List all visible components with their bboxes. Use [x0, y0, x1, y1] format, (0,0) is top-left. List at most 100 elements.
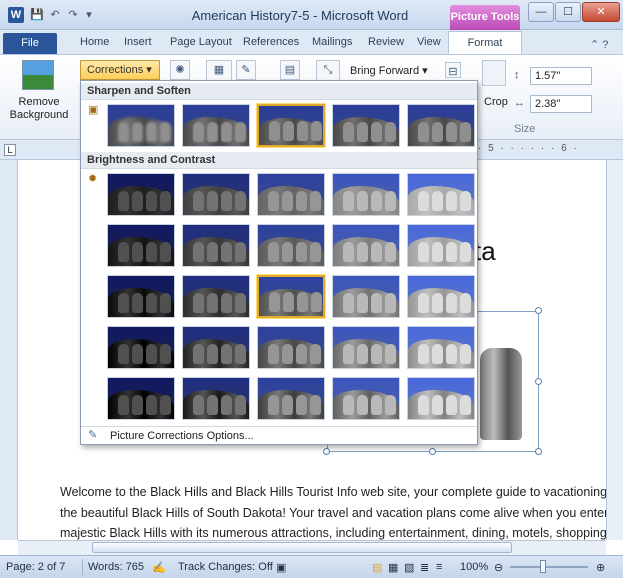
width-field[interactable]: 2.38": [530, 95, 592, 113]
brightness-contrast-thumbnail[interactable]: [257, 326, 325, 369]
brightness-contrast-thumbnail[interactable]: [332, 377, 400, 420]
sharpen-thumbnail[interactable]: [182, 104, 250, 147]
tab-references[interactable]: References: [243, 36, 299, 48]
brightness-icon: ✹: [88, 173, 98, 185]
brightness-contrast-thumbnail[interactable]: [107, 224, 175, 267]
redo-icon[interactable]: ↷: [66, 8, 80, 22]
remove-background-button[interactable]: Remove Background: [4, 96, 74, 122]
brightness-contrast-thumbnail[interactable]: [107, 326, 175, 369]
full-screen-icon[interactable]: ▦: [388, 561, 398, 574]
brightness-contrast-thumbnail[interactable]: [407, 377, 475, 420]
tab-home[interactable]: Home: [80, 36, 109, 48]
sharpen-section-header: Sharpen and Soften: [81, 83, 477, 100]
maximize-button[interactable]: ☐: [555, 2, 581, 22]
height-icon: ↕: [514, 69, 520, 81]
crop-icon[interactable]: [482, 60, 506, 86]
picture-tools-label: Picture Tools: [450, 5, 520, 30]
draft-icon[interactable]: ≡: [436, 561, 442, 573]
outline-icon[interactable]: ≣: [420, 561, 429, 574]
remove-background-icon[interactable]: [22, 60, 54, 90]
brightness-contrast-thumbnail[interactable]: [182, 275, 250, 318]
close-button[interactable]: ✕: [582, 2, 620, 22]
document-image[interactable]: [480, 348, 522, 440]
proofing-icon[interactable]: ✍: [152, 561, 166, 574]
paragraph-line: the beautiful Black Hills of South Dakot…: [60, 506, 606, 520]
sharpen-thumbnail[interactable]: [407, 104, 475, 147]
brightness-contrast-thumbnail[interactable]: [107, 377, 175, 420]
bring-forward-button[interactable]: Bring Forward ▾: [350, 64, 428, 77]
brightness-contrast-thumbnail[interactable]: [182, 173, 250, 216]
crop-button[interactable]: Crop: [484, 96, 508, 108]
resize-handle[interactable]: [535, 448, 542, 455]
zoom-slider[interactable]: [510, 566, 588, 568]
width-icon: ↔: [514, 97, 525, 109]
vertical-scrollbar[interactable]: [606, 160, 623, 540]
brightness-section-header: Brightness and Contrast: [81, 152, 477, 169]
picture-style-icon[interactable]: ▤: [280, 60, 300, 80]
save-icon[interactable]: 💾: [30, 8, 44, 22]
brightness-contrast-thumbnail[interactable]: [407, 275, 475, 318]
corrections-button[interactable]: Corrections ▾: [80, 60, 160, 80]
align-icon[interactable]: ⊟: [445, 62, 461, 78]
sharpen-thumbnail[interactable]: [257, 104, 325, 147]
resize-handle[interactable]: [323, 448, 330, 455]
paragraph-line: majestic Black Hills with its numerous a…: [60, 526, 606, 540]
page-count[interactable]: Page: 2 of 7: [6, 561, 65, 573]
tab-view[interactable]: View: [417, 36, 441, 48]
tab-format[interactable]: Format: [448, 31, 522, 55]
brightness-contrast-thumbnail[interactable]: [257, 275, 325, 318]
brightness-contrast-thumbnail[interactable]: [407, 224, 475, 267]
brightness-contrast-thumbnail[interactable]: [257, 173, 325, 216]
zoom-level[interactable]: 100%: [460, 561, 488, 573]
color-icon[interactable]: ✺: [170, 60, 190, 80]
height-field[interactable]: 1.57": [530, 67, 592, 85]
brightness-contrast-thumbnail[interactable]: [332, 224, 400, 267]
word-app-icon[interactable]: W: [8, 7, 24, 23]
resize-handle[interactable]: [535, 378, 542, 385]
tab-file[interactable]: File: [3, 33, 57, 54]
tab-insert[interactable]: Insert: [124, 36, 152, 48]
vertical-ruler: [0, 160, 18, 540]
brightness-contrast-thumbnail[interactable]: [407, 326, 475, 369]
tab-mailings[interactable]: Mailings: [312, 36, 352, 48]
brightness-contrast-thumbnail[interactable]: [182, 377, 250, 420]
web-layout-icon[interactable]: ▧: [404, 561, 414, 574]
brightness-contrast-thumbnail[interactable]: [332, 275, 400, 318]
brightness-contrast-thumbnail[interactable]: [332, 173, 400, 216]
brightness-contrast-thumbnail[interactable]: [407, 173, 475, 216]
qat-more-icon[interactable]: ▾: [82, 8, 96, 22]
macro-icon[interactable]: ▣: [276, 561, 286, 574]
help-icon[interactable]: ⌃ ?: [590, 38, 620, 51]
picture-corrections-options[interactable]: Picture Corrections Options...: [110, 430, 254, 442]
undo-icon[interactable]: ↶: [48, 8, 62, 22]
minimize-button[interactable]: —: [528, 2, 554, 22]
ruler-marks: · 5 · · · · · · 6 ·: [478, 143, 579, 154]
track-changes-status[interactable]: Track Changes: Off: [178, 561, 273, 573]
print-layout-icon[interactable]: ▤: [372, 561, 382, 574]
tab-page-layout[interactable]: Page Layout: [170, 36, 232, 48]
zoom-slider-thumb[interactable]: [540, 560, 546, 573]
brightness-contrast-thumbnail[interactable]: [257, 224, 325, 267]
compress-pictures-icon[interactable]: ✎: [236, 60, 256, 80]
sharpen-thumbnail[interactable]: [332, 104, 400, 147]
sharpen-thumbnail[interactable]: [107, 104, 175, 147]
brightness-contrast-thumbnail[interactable]: [107, 173, 175, 216]
horizontal-scroll-thumb[interactable]: [92, 542, 512, 553]
size-group-label: Size: [514, 123, 536, 135]
brightness-contrast-thumbnail[interactable]: [257, 377, 325, 420]
sharpen-icon: ▣: [88, 104, 99, 116]
picture-corrections-options-icon: ✎: [88, 429, 98, 441]
paragraph-line: Welcome to the Black Hills and Black Hil…: [60, 485, 606, 499]
tab-stop-selector[interactable]: L: [4, 144, 16, 156]
word-count[interactable]: Words: 765: [88, 561, 144, 573]
tab-review[interactable]: Review: [368, 36, 404, 48]
resize-handle[interactable]: [535, 307, 542, 314]
brightness-contrast-thumbnail[interactable]: [182, 326, 250, 369]
brightness-contrast-thumbnail[interactable]: [107, 275, 175, 318]
zoom-out-icon[interactable]: ⊖: [494, 561, 503, 574]
brightness-contrast-thumbnail[interactable]: [332, 326, 400, 369]
resize-handle[interactable]: [429, 448, 436, 455]
brightness-contrast-thumbnail[interactable]: [182, 224, 250, 267]
window-title: American History7-5 - Microsoft Word: [191, 8, 409, 23]
zoom-in-icon[interactable]: ⊕: [596, 561, 605, 574]
